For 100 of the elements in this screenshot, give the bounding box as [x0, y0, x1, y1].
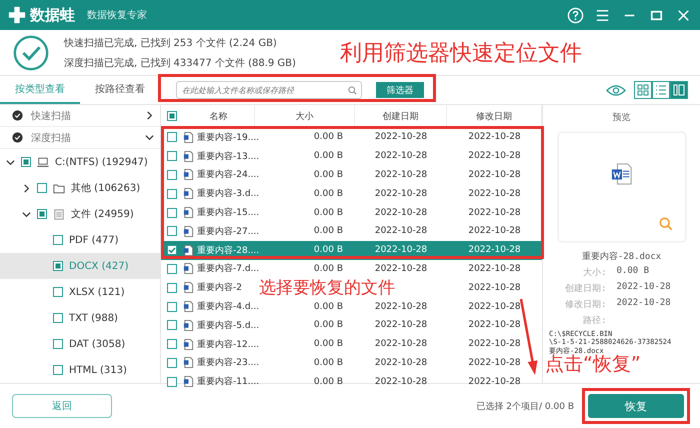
table-cell-text: 2022-10-28: [467, 320, 522, 330]
table-cell-text: 2022-10-28: [467, 132, 522, 142]
detail-label: 创建日期:: [564, 282, 606, 295]
table-cell-text: 2022-10-28: [374, 170, 428, 180]
list-view-button[interactable]: [652, 81, 670, 99]
table-cell-text: 2022-10-28: [374, 339, 428, 350]
file-row[interactable]: 重要内容-24.... 0.00 B 2022-10-28 2022-10-28: [161, 166, 542, 184]
file-row[interactable]: 重要内容-19.... 0.00 B 2022-10-28 2022-10-28: [161, 128, 542, 147]
preview-title: 预览: [612, 112, 630, 124]
checkbox[interactable]: [167, 282, 177, 293]
file-row[interactable]: 重要内容-27.... 0.00 B 2022-10-28 2022-10-28: [161, 222, 542, 241]
document-icon: [53, 208, 65, 220]
checkbox[interactable]: [167, 376, 177, 387]
tree-item[interactable]: 文件 (24959): [0, 201, 160, 227]
column-header[interactable]: 修改日期: [447, 105, 542, 127]
detail-view-button[interactable]: [670, 81, 688, 99]
file-row[interactable]: 重要内容-4.d... 0.00 B 2022-10-28 2022-10-28: [161, 297, 542, 316]
eye-icon[interactable]: [606, 84, 626, 96]
document-icon: [183, 226, 194, 237]
checkbox[interactable]: [53, 235, 63, 245]
search-field[interactable]: 在此处输入文件名称或保存路径: [176, 81, 362, 99]
column-header[interactable]: 名称: [183, 105, 255, 127]
checkbox[interactable]: [167, 245, 177, 256]
table-cell-text: 2022-10-28: [467, 339, 522, 350]
checkbox[interactable]: [167, 111, 177, 121]
file-name: 重要内容-3.d...: [197, 188, 260, 200]
chevron-down-icon[interactable]: [6, 158, 15, 166]
checkbox[interactable]: [167, 264, 177, 274]
file-row[interactable]: 重要内容-15.... 0.00 B 2022-10-28 2022-10-28: [161, 203, 542, 222]
grid-view-button[interactable]: [634, 81, 652, 99]
tree-item[interactable]: C:(NTFS) (192947): [0, 149, 160, 175]
checkbox[interactable]: [167, 151, 177, 162]
tree-item[interactable]: HTML (313): [0, 357, 160, 383]
checkbox[interactable]: [167, 170, 177, 180]
table-cell-text: 2022-10-28: [467, 264, 522, 274]
file-name: 重要内容-27....: [197, 226, 260, 238]
checkbox[interactable]: [53, 365, 63, 375]
document-icon: [183, 188, 194, 200]
table-cell-text: 2022-10-28: [467, 208, 522, 218]
chevron-right-icon[interactable]: [145, 111, 154, 120]
file-row[interactable]: 重要内容-11.... 0.00 B 2022-10-28 2022-10-28: [161, 372, 542, 392]
detail-value: 2022-10-28: [616, 298, 671, 310]
file-name: 重要内容-5.d...: [197, 320, 260, 332]
document-icon: [183, 376, 194, 388]
checkbox[interactable]: [53, 313, 63, 323]
checkbox[interactable]: [53, 287, 63, 297]
table-cell-text: 2022-10-28: [374, 320, 428, 330]
file-row[interactable]: 重要内容-3.d... 0.00 B 2022-10-28 2022-10-28: [161, 184, 542, 204]
file-row[interactable]: 重要内容-12.... 0.00 B 2022-10-28 2022-10-28: [161, 334, 542, 354]
document-icon: [183, 169, 194, 180]
checkbox[interactable]: [167, 358, 177, 368]
scan-item[interactable]: 深度扫描: [0, 127, 160, 149]
detail-value: 2022-10-28: [616, 282, 671, 294]
table-cell-text: 2022-10-28: [374, 188, 428, 199]
scan-summary-text: 快速扫描已完成, 已找到 253 个文件 (2.24 GB): [64, 36, 278, 50]
chevron-down-icon[interactable]: [22, 210, 31, 218]
file-row[interactable]: 重要内容-7.d... 0.00 B 2022-10-28 2022-10-28: [161, 260, 542, 278]
help-icon[interactable]: [567, 6, 584, 24]
list-icon: [655, 84, 667, 96]
checkbox[interactable]: [37, 209, 47, 219]
file-row[interactable]: 重要内容-23.... 0.00 B 2022-10-28 2022-10-28: [161, 354, 542, 372]
chevron-right-icon[interactable]: [22, 184, 31, 192]
checkbox[interactable]: [167, 320, 177, 330]
tree-item[interactable]: TXT (988): [0, 305, 160, 331]
checkbox[interactable]: [167, 132, 177, 142]
tree-item[interactable]: 其他 (106263): [0, 175, 160, 201]
column-header[interactable]: 大小: [255, 105, 355, 127]
checkbox[interactable]: [167, 208, 177, 218]
document-icon: [183, 207, 194, 218]
document-icon: [183, 282, 194, 294]
file-row[interactable]: 重要内容-5.d... 0.00 B 2022-10-28 2022-10-28: [161, 316, 542, 335]
filter-button[interactable]: 筛选器: [376, 82, 424, 98]
tree-item[interactable]: PDF (477): [0, 227, 160, 253]
recover-button[interactable]: 恢复: [588, 394, 684, 418]
table-cell-text: 2022-10-28: [374, 302, 428, 312]
magnifier-icon[interactable]: [658, 217, 672, 231]
table-cell-text: 2022-10-28: [467, 226, 522, 236]
table-cell-text: 2022-10-28: [374, 226, 428, 236]
file-row[interactable]: 重要内容-2 选择要恢复的文件 2022-10-28: [161, 278, 542, 298]
file-row[interactable]: 重要内容-13.... 0.00 B 2022-10-28 2022-10-28: [161, 146, 542, 166]
table-cell-text: 2022-10-28: [467, 188, 522, 199]
check-circle-icon: [12, 132, 23, 143]
search-icon[interactable]: [348, 86, 357, 94]
checkbox[interactable]: [53, 339, 63, 349]
view-tab[interactable]: 按路径查看: [80, 76, 160, 104]
document-icon: [183, 244, 194, 256]
checkbox[interactable]: [167, 188, 177, 199]
scan-item[interactable]: 快速扫描: [0, 105, 160, 127]
tree-item[interactable]: XLSX (121): [0, 279, 160, 305]
grid-icon: [637, 84, 649, 96]
checkbox[interactable]: [37, 183, 47, 193]
checkbox[interactable]: [167, 226, 177, 236]
tree-item[interactable]: DAT (3058): [0, 331, 160, 357]
chevron-down-icon[interactable]: [145, 133, 154, 142]
checkbox[interactable]: [167, 339, 177, 350]
table-cell-text: 2022-10-28: [374, 132, 428, 142]
checkbox[interactable]: [21, 157, 31, 167]
checkbox[interactable]: [53, 261, 63, 271]
column-header[interactable]: 创建日期: [355, 105, 447, 127]
checkbox[interactable]: [167, 302, 177, 312]
